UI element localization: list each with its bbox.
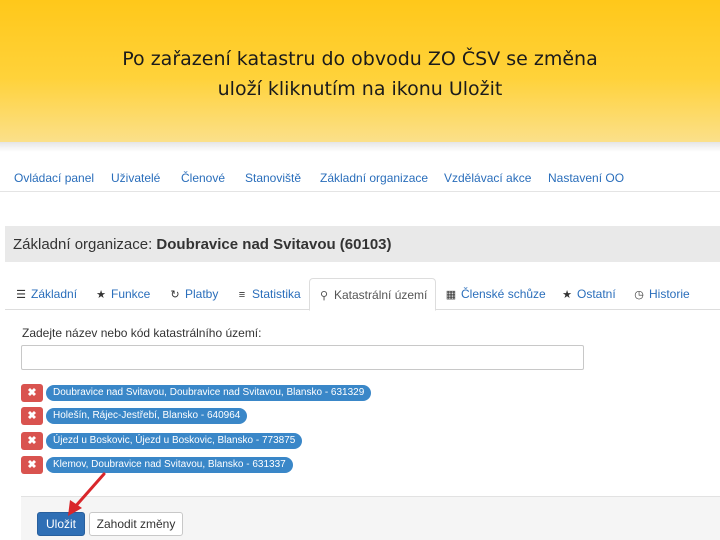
calendar-icon: ▦ <box>445 289 457 301</box>
tab-member-meetings[interactable]: ▦ Členské schůze <box>445 278 546 310</box>
page-title: Základní organizace: Doubravice nad Svit… <box>13 236 392 253</box>
nav-item-users[interactable]: Uživatelé <box>111 171 160 185</box>
star-icon: ★ <box>96 289 106 301</box>
remove-button[interactable]: ✖ <box>21 432 43 450</box>
list-icon: ☰ <box>16 289 26 301</box>
tab-history[interactable]: ◷ Historie <box>633 278 690 310</box>
tab-basic[interactable]: ☰ Základní <box>15 278 77 310</box>
clock-icon: ◷ <box>634 289 644 301</box>
tab-other[interactable]: ★ Ostatní <box>561 278 616 310</box>
slide-title-line-1: Po zařazení katastru do obvodu ZO ČSV se… <box>122 48 598 70</box>
pointer-arrow-icon <box>68 472 106 516</box>
remove-button[interactable]: ✖ <box>21 456 43 474</box>
tab-functions[interactable]: ★ Funkce <box>95 278 150 310</box>
tab-label: Platby <box>185 287 219 301</box>
tab-label: Základní <box>31 287 78 301</box>
nav-item-basic-organizations[interactable]: Základní organizace <box>320 171 428 185</box>
tab-label: Ostatní <box>577 287 616 301</box>
cadastre-tag: Újezd u Boskovic, Újezd u Boskovic, Blan… <box>46 433 303 449</box>
tab-label: Funkce <box>111 287 151 301</box>
tab-bar: ☰ Základní ★ Funkce ↻ Platby ≡ Statistika ⚲ K… <box>5 278 720 311</box>
bars-icon: ≡ <box>238 289 246 301</box>
cadastre-search-input[interactable] <box>21 345 584 370</box>
tab-cadastral-areas[interactable]: ⚲ Katastrální území <box>309 278 436 311</box>
header-shadow <box>0 142 720 152</box>
org-label: Základní organizace: <box>13 236 157 253</box>
nav-item-apiaries[interactable]: Stanoviště <box>245 171 301 185</box>
tab-label: Statistika <box>252 287 301 301</box>
org-title-bar: Základní organizace: Doubravice nad Svit… <box>5 226 720 262</box>
main-nav: Ovládací panel Uživatelé Členové Stanovi… <box>0 162 720 192</box>
slide-title: Po zařazení katastru do obvodu ZO ČSV se… <box>0 44 720 104</box>
org-name: Doubravice nad Svitavou (60103) <box>156 236 392 253</box>
refresh-icon: ↻ <box>170 289 180 301</box>
tab-label: Členské schůze <box>461 287 546 301</box>
tab-label: Historie <box>649 287 690 301</box>
star-icon: ★ <box>562 289 572 301</box>
map-marker-icon: ⚲ <box>319 290 329 302</box>
nav-item-settings[interactable]: Nastavení OO <box>548 171 624 185</box>
nav-item-education[interactable]: Vzdělávací akce <box>444 171 531 185</box>
remove-button[interactable]: ✖ <box>21 384 43 402</box>
cadastre-tag: Holešín, Rájec-Jestřebí, Blansko - 64096… <box>46 408 248 424</box>
tab-statistics[interactable]: ≡ Statistika <box>236 278 301 310</box>
nav-item-dashboard[interactable]: Ovládací panel <box>14 171 94 185</box>
tab-label: Katastrální území <box>334 288 428 302</box>
slide-title-line-2: uloží kliknutím na ikonu Uložit <box>217 78 503 100</box>
nav-item-members[interactable]: Členové <box>181 171 225 185</box>
cadastre-tag: Doubravice nad Svitavou, Doubravice nad … <box>46 385 372 401</box>
cadastre-search-label: Zadejte název nebo kód katastrálního úze… <box>22 326 262 340</box>
tab-payments[interactable]: ↻ Platby <box>169 278 218 310</box>
remove-button[interactable]: ✖ <box>21 407 43 425</box>
